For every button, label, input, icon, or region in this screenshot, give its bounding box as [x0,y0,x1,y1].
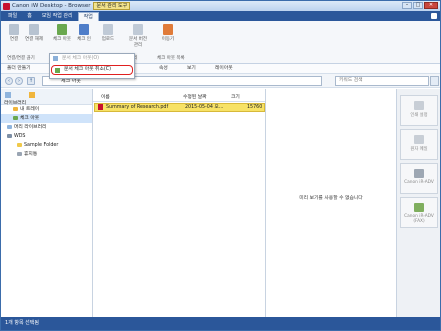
trash-icon [17,151,22,156]
disconnect-button[interactable]: 연결 해제 [25,24,43,42]
navigation-pane: 라이브러리 내 트레이 체크 아웃 머리 라이브러리 WDS Sample Fo… [1,89,93,317]
tab-home[interactable]: 홈 [22,12,37,21]
layout-button[interactable]: 레이아웃 [215,65,233,73]
column-size[interactable]: 크기 [231,93,240,100]
disconnect-icon [29,24,39,35]
tree-item-wds[interactable]: WDS [1,132,92,141]
tab-meeting[interactable]: 모임 작업 관리 [37,12,78,21]
pdf-file-icon [98,104,103,110]
tab-file[interactable]: 파일 [3,12,22,21]
checkin-button[interactable]: 체크 인 [75,24,93,42]
up-icon[interactable]: ↑ [27,77,35,85]
printer-icon [414,169,424,178]
app-window: Canon iW Desktop - Browser 문서 관리 도구 – □ … [0,0,441,331]
menu-item-checkout[interactable]: 문서 체크 아웃(O) [50,54,134,63]
file-list: 이름 수정된 날짜 크기 Summary of Research.pdf 201… [93,89,266,317]
title-bar: Canon iW Desktop - Browser 문서 관리 도구 – □ … [1,1,440,11]
move-icon [163,24,173,35]
checkout-icon [53,56,58,61]
file-list-header: 이름 수정된 날짜 크기 [93,89,265,102]
help-icon[interactable] [431,13,437,19]
printer-icon [414,101,424,110]
new-folder-button[interactable]: 폴더 만들기 [7,65,31,73]
checkout-folder-icon [13,115,18,120]
tree-item-my-tray[interactable]: 내 트레이 [1,105,92,114]
window-controls: – □ ✕ [402,2,438,9]
checkout-dropdown-menu: 문서 체크 아웃(O) 문서 체크 아웃 취소(C) [49,53,135,79]
file-date: 2015-05-04 오... [185,105,224,110]
group-label-connect: 연결/연결 끊기 [7,56,35,61]
ribbon-tabs: 파일 홈 모임 작업 관리 작업 [1,11,440,21]
version-icon [133,24,143,35]
table-row[interactable]: Summary of Research.pdf 2015-05-04 오... … [94,103,265,112]
mail-button[interactable]: 원자 메일 [400,129,438,160]
tab-task[interactable]: 작업 [77,12,99,21]
cancel-checkout-icon [55,68,60,73]
column-date[interactable]: 수정된 날짜 [183,93,207,100]
search-input[interactable]: 키워드 검색 [335,76,429,86]
app-icon [3,2,10,10]
status-bar: 1개 항목 선택됨 [1,317,440,330]
printer-adv-button[interactable]: Canon iR-ADV [400,163,438,194]
folder-icon [17,142,22,147]
tree-item-sample-folder[interactable]: Sample Folder [1,141,92,150]
close-button[interactable]: ✕ [424,2,438,9]
fax-icon [414,203,424,212]
version-button[interactable]: 문서 버전 관리 [129,24,147,48]
move-button[interactable]: 이동기 [159,24,177,42]
view-button[interactable]: 보기 [187,65,196,73]
minimize-button[interactable]: – [402,2,412,9]
forward-icon[interactable]: › [15,77,23,85]
favorites-icon[interactable] [29,92,35,98]
file-name: Summary of Research.pdf [106,105,169,110]
fax-adv-button[interactable]: Canon iR-ADV (FAX) [400,197,438,228]
upload-icon [103,24,113,35]
tree-item-trash[interactable]: 휴지통 [1,150,92,159]
nav-pane-header: 라이브러리 [1,89,92,106]
preview-message: 미리 보기를 사용할 수 없습니다 [299,196,363,201]
column-name[interactable]: 이름 [101,93,110,100]
window-title: Canon iW Desktop - Browser [12,3,91,9]
preview-pane: 미리 보기를 사용할 수 없습니다 [266,89,396,317]
checkout-button[interactable]: 체크 아웃 [53,24,71,42]
library-icon[interactable] [5,92,11,98]
group-label-checkout-list: 체크 아웃 목록 [157,56,185,61]
upload-button[interactable]: 업로드 [99,24,117,42]
output-bar: 인쇄 설정 원자 메일 Canon iR-ADV Canon iR-ADV (F… [396,89,440,317]
connect-button[interactable]: 연결 [5,24,23,42]
search-icon[interactable] [430,76,439,86]
menu-item-cancel-checkout[interactable]: 문서 체크 아웃 취소(C) [51,65,133,75]
tree-item-shared-library[interactable]: 머리 라이브러리 [1,123,92,132]
mail-icon [414,135,424,144]
properties-button[interactable]: 속성 [159,65,168,73]
tree-item-checkout[interactable]: 체크 아웃 [1,114,92,123]
library-icon [7,124,12,129]
server-icon [7,133,12,138]
print-settings-button[interactable]: 인쇄 설정 [400,95,438,126]
connect-icon [9,24,19,35]
checkin-icon [79,24,89,35]
file-size: 15760 [247,105,263,110]
context-tab-label: 문서 관리 도구 [93,2,131,10]
checkout-icon [57,24,67,35]
maximize-button[interactable]: □ [413,2,423,9]
tray-icon [13,106,18,111]
back-icon[interactable]: ‹ [5,77,13,85]
